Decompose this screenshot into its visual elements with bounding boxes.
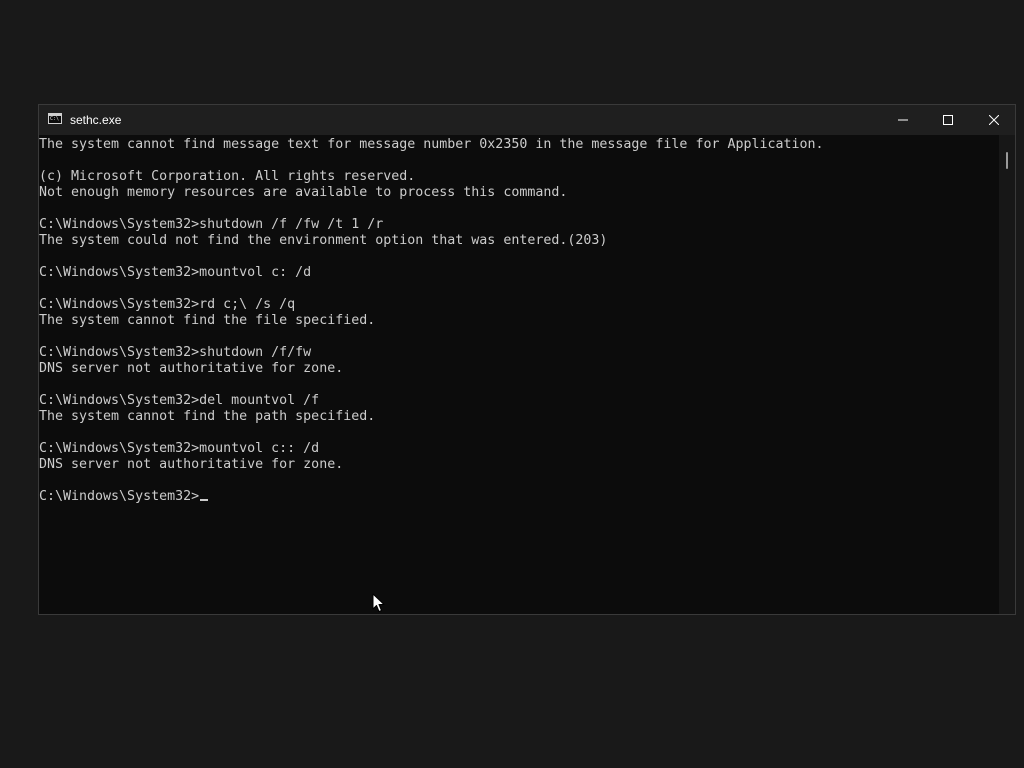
- console-line: The system could not find the environmen…: [39, 233, 608, 248]
- command-prompt-line[interactable]: C:\Windows\System32>: [39, 489, 824, 505]
- vertical-scrollbar[interactable]: [999, 135, 1015, 614]
- console-output[interactable]: The system cannot find message text for …: [39, 135, 999, 614]
- console-line: The system cannot find the file specifie…: [39, 313, 376, 328]
- console-line: DNS server not authoritative for zone.: [39, 457, 344, 472]
- console-line: C:\Windows\System32>shutdown /f/fw: [39, 345, 312, 360]
- console-line: The system cannot find message text for …: [39, 137, 824, 152]
- console-line: The system cannot find the path specifie…: [39, 409, 376, 424]
- console-line: C:\Windows\System32>del mountvol /f: [39, 393, 320, 408]
- console-icon-glyph: C:\: [50, 116, 60, 122]
- console-line: C:\Windows\System32>shutdown /f /fw /t 1…: [39, 217, 384, 232]
- title-bar[interactable]: C:\ sethc.exe: [39, 105, 1015, 135]
- minimize-icon: [898, 119, 908, 121]
- console-line: C:\Windows\System32>rd c;\ /s /q: [39, 297, 296, 312]
- console-line: Not enough memory resources are availabl…: [39, 185, 568, 200]
- scrollbar-thumb[interactable]: [1006, 152, 1008, 169]
- text-cursor: [200, 499, 209, 501]
- console-line: (c) Microsoft Corporation. All rights re…: [39, 169, 416, 184]
- maximize-icon: [943, 115, 953, 125]
- console-line: C:\Windows\System32>mountvol c: /d: [39, 265, 312, 280]
- console-line: C:\Windows\System32>mountvol c:: /d: [39, 441, 320, 456]
- window-title: sethc.exe: [70, 113, 122, 127]
- command-prompt: C:\Windows\System32>: [39, 489, 200, 504]
- mouse-pointer-icon: [372, 593, 385, 612]
- maximize-button[interactable]: [925, 105, 971, 135]
- console-icon: C:\: [48, 113, 62, 124]
- close-button[interactable]: [971, 105, 1017, 135]
- console-line: DNS server not authoritative for zone.: [39, 361, 344, 376]
- console-window[interactable]: C:\ sethc.exe The system cannot find mes…: [38, 104, 1016, 615]
- console-lines: The system cannot find message text for …: [39, 137, 824, 505]
- minimize-button[interactable]: [880, 105, 926, 135]
- close-icon: [989, 115, 999, 125]
